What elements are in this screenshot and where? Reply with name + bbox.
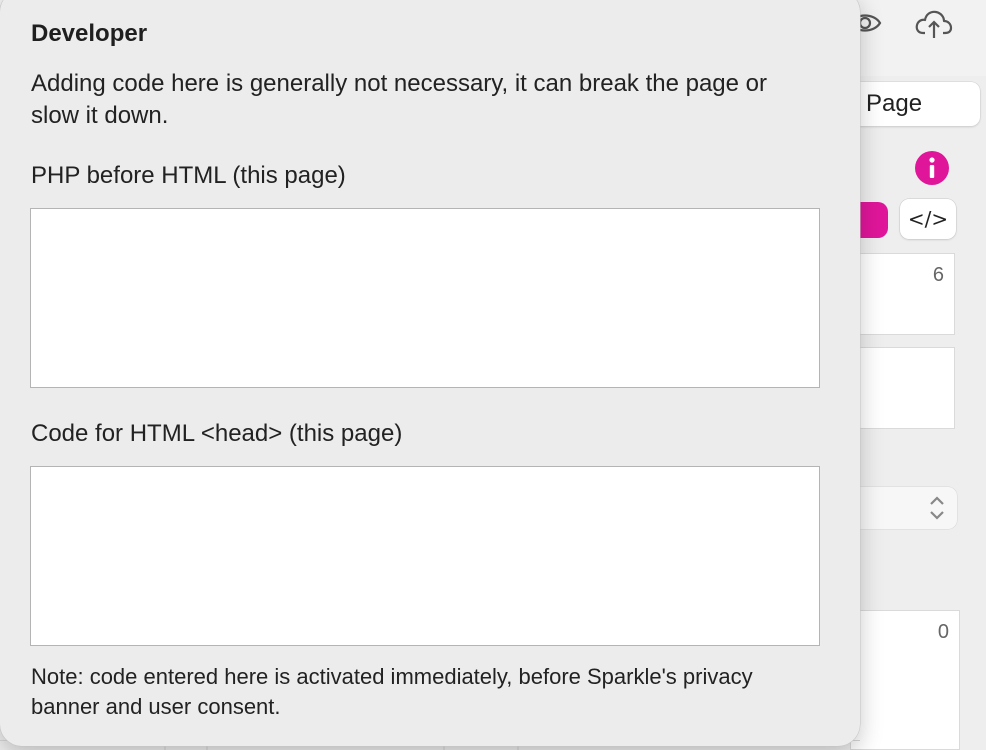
code-button-label: </> (907, 207, 949, 231)
app-window: Page </> 6 0 Developer Adding code here … (0, 0, 986, 750)
chevron-updown-icon (930, 496, 944, 520)
popover-title: Developer (31, 20, 148, 47)
consent-note: Note: code entered here is activated imm… (31, 664, 753, 719)
html-head-code-label: Code for HTML <head> (this page) (31, 420, 403, 447)
number-field[interactable]: 0 (850, 610, 960, 750)
tab-page[interactable]: Page (840, 82, 980, 126)
info-icon[interactable] (914, 150, 950, 186)
php-before-html-label: PHP before HTML (this page) (31, 162, 346, 189)
select-dropdown[interactable] (850, 487, 957, 529)
popover-description: Adding code here is generally not necess… (31, 70, 768, 129)
cloud-upload-icon[interactable] (914, 6, 954, 40)
number-field[interactable]: 6 (850, 253, 955, 335)
developer-popover: Developer Adding code here is generally … (0, 0, 860, 746)
html-head-code-input[interactable] (30, 466, 820, 646)
popover-content: Developer Adding code here is generally … (0, 0, 860, 746)
php-before-html-input[interactable] (30, 208, 820, 388)
text-field[interactable] (850, 347, 955, 429)
tab-page-label: Page (866, 90, 923, 117)
number-field-value: 6 (932, 264, 944, 286)
number-field-value: 0 (937, 621, 949, 643)
accent-toggle[interactable] (858, 202, 888, 238)
code-button[interactable]: </> (900, 199, 956, 239)
